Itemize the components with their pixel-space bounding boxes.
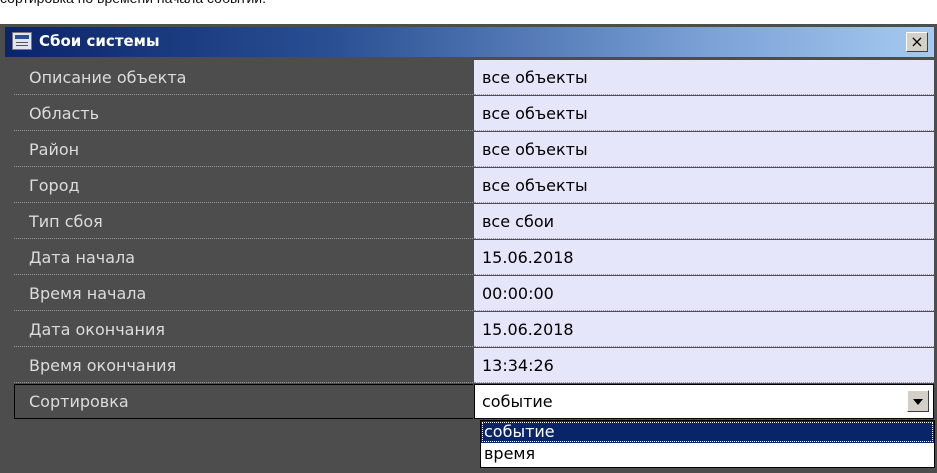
field-value[interactable]: 00:00:00 <box>474 276 934 311</box>
field-value[interactable]: 15.06.2018 <box>474 240 934 275</box>
sort-options-list: событие время <box>480 420 935 468</box>
field-value[interactable]: все объекты <box>474 96 934 131</box>
field-row-object-description[interactable]: Описание объекта все объекты <box>14 60 934 96</box>
failures-window: Сбои системы × Описание объекта все объе… <box>0 24 937 473</box>
field-row-district[interactable]: Район все объекты <box>14 132 934 168</box>
field-value[interactable]: все объекты <box>474 132 934 167</box>
field-row-start-date[interactable]: Дата начала 15.06.2018 <box>14 240 934 276</box>
window-title: Сбои системы <box>39 32 160 50</box>
sort-option-event[interactable]: событие <box>481 421 934 443</box>
field-value[interactable]: 15.06.2018 <box>474 312 934 347</box>
field-row-start-time[interactable]: Время начала 00:00:00 <box>14 276 934 312</box>
field-label: Описание объекта <box>14 60 473 95</box>
field-value[interactable]: все сбои <box>474 204 934 239</box>
sort-selected-value: событие <box>482 392 553 411</box>
field-label: Район <box>14 132 473 167</box>
field-row-end-time[interactable]: Время окончания 13:34:26 <box>14 348 934 384</box>
sort-select[interactable]: событие <box>474 384 934 419</box>
close-icon: × <box>910 32 924 51</box>
window-icon <box>12 32 32 50</box>
property-grid: Описание объекта все объекты Область все… <box>14 60 934 420</box>
dropdown-button[interactable] <box>907 390 929 412</box>
field-row-region[interactable]: Область все объекты <box>14 96 934 132</box>
field-label: Тип сбоя <box>14 204 473 239</box>
field-label: Город <box>14 168 473 203</box>
field-value[interactable]: 13:34:26 <box>474 348 934 383</box>
field-label: Время начала <box>14 276 473 311</box>
field-value[interactable]: все объекты <box>474 60 934 95</box>
field-label: Область <box>14 96 473 131</box>
field-row-end-date[interactable]: Дата окончания 15.06.2018 <box>14 312 934 348</box>
title-bar[interactable]: Сбои системы × <box>5 27 934 57</box>
sort-option-time[interactable]: время <box>481 443 934 465</box>
field-value[interactable]: все объекты <box>474 168 934 203</box>
field-label: Дата начала <box>14 240 473 275</box>
field-row-sorting[interactable]: Сортировка событие <box>14 384 934 420</box>
close-button[interactable]: × <box>906 32 928 52</box>
field-label: Сортировка <box>14 384 473 419</box>
field-label: Время окончания <box>14 348 473 383</box>
chevron-down-icon <box>913 399 923 405</box>
field-row-failure-type[interactable]: Тип сбоя все сбои <box>14 204 934 240</box>
field-row-city[interactable]: Город все объекты <box>14 168 934 204</box>
page-caption: сортировка по времени начала событий. <box>0 0 266 10</box>
field-label: Дата окончания <box>14 312 473 347</box>
